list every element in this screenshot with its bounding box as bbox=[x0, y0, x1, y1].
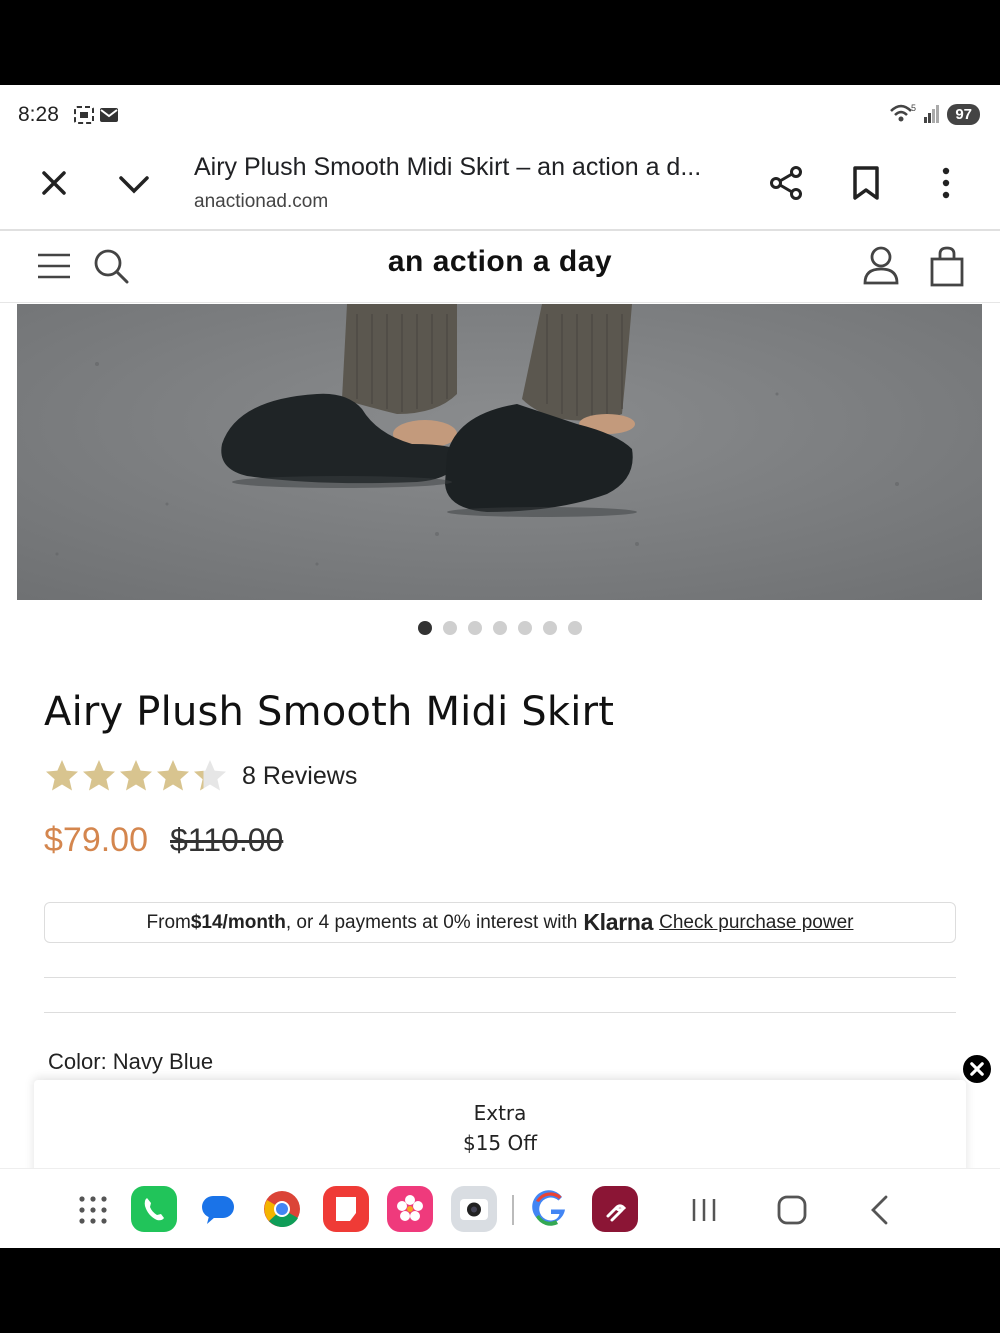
status-right-icons: 5 97 bbox=[889, 103, 980, 125]
status-bar: 8:28 5 97 bbox=[0, 85, 1000, 145]
reviews-count[interactable]: 8 Reviews bbox=[242, 762, 357, 791]
screenshot-icon bbox=[74, 106, 94, 124]
battery-indicator: 97 bbox=[947, 103, 980, 125]
bottom-bezel bbox=[0, 1248, 1000, 1333]
chevron-down-icon[interactable] bbox=[117, 167, 151, 201]
product-photo bbox=[17, 304, 982, 600]
phone-app-icon[interactable] bbox=[131, 1186, 177, 1232]
product-rating[interactable]: 8 Reviews bbox=[44, 758, 357, 794]
top-bezel bbox=[0, 0, 1000, 85]
star-icon bbox=[194, 760, 226, 791]
divider bbox=[44, 1012, 956, 1013]
wifi-icon: 5 bbox=[890, 103, 916, 122]
promo-line1: Extra bbox=[473, 1101, 527, 1125]
klarna-middle: , or 4 payments at 0% interest with bbox=[285, 911, 578, 933]
network-type-label: 5 bbox=[911, 103, 916, 113]
dock-separator bbox=[512, 1195, 514, 1225]
price-row: $79.00 $110.00 bbox=[44, 821, 283, 860]
mail-icon bbox=[100, 108, 118, 122]
linktree-app-icon[interactable] bbox=[592, 1186, 638, 1232]
star-icon bbox=[46, 760, 78, 791]
product-title: Airy Plush Smooth Midi Skirt bbox=[44, 689, 615, 735]
messages-app-icon[interactable] bbox=[195, 1186, 241, 1232]
klarna-banner: From $14/month, or 4 payments at 0% inte… bbox=[44, 902, 956, 943]
star-icon bbox=[120, 760, 152, 791]
shopping-bag-icon[interactable] bbox=[928, 245, 966, 287]
camera-app-icon[interactable] bbox=[451, 1186, 497, 1232]
promo-popup[interactable]: Extra $15 Off bbox=[34, 1080, 966, 1180]
app-drawer-icon[interactable] bbox=[78, 1195, 108, 1225]
back-icon[interactable] bbox=[866, 1194, 894, 1226]
browser-page-title[interactable]: Airy Plush Smooth Midi Skirt – an action… bbox=[194, 153, 701, 182]
star-icon bbox=[83, 760, 115, 791]
chrome-app-icon[interactable] bbox=[259, 1186, 305, 1232]
status-time: 8:28 bbox=[18, 103, 59, 126]
carousel-dot[interactable] bbox=[493, 621, 507, 635]
sale-price: $79.00 bbox=[44, 821, 148, 859]
account-icon[interactable] bbox=[862, 245, 900, 287]
carousel-dot[interactable] bbox=[418, 621, 432, 635]
site-header: an action a day bbox=[0, 231, 1000, 303]
share-icon[interactable] bbox=[768, 165, 804, 201]
star-rating bbox=[44, 758, 228, 794]
gallery-app-icon[interactable] bbox=[387, 1186, 433, 1232]
recent-apps-icon[interactable] bbox=[690, 1196, 718, 1224]
bookmark-icon[interactable] bbox=[850, 165, 882, 201]
signal-icon bbox=[924, 105, 940, 123]
browser-url[interactable]: anactionad.com bbox=[194, 191, 328, 213]
google-app-icon[interactable] bbox=[528, 1186, 574, 1232]
promo-line2: $15 Off bbox=[462, 1131, 538, 1155]
check-purchase-power-link[interactable]: Check purchase power bbox=[659, 912, 853, 934]
close-promo-icon[interactable] bbox=[961, 1053, 993, 1085]
star-icon bbox=[157, 760, 189, 791]
divider bbox=[44, 977, 956, 978]
color-label: Color: Navy Blue bbox=[48, 1049, 214, 1074]
home-icon[interactable] bbox=[776, 1194, 808, 1226]
carousel-dot[interactable] bbox=[543, 621, 557, 635]
product-image[interactable] bbox=[17, 304, 982, 600]
site-logo[interactable]: an action a day bbox=[0, 245, 1000, 279]
status-notification-icons bbox=[74, 106, 118, 124]
klarna-logo: Klarna bbox=[583, 909, 654, 935]
carousel-dot[interactable] bbox=[568, 621, 582, 635]
klarna-prefix: From bbox=[146, 911, 191, 933]
phone-screen: 8:28 5 97 Airy Plush Smooth Midi Skirt –… bbox=[0, 85, 1000, 1248]
carousel-dot[interactable] bbox=[468, 621, 482, 635]
more-options-icon[interactable] bbox=[935, 165, 957, 201]
browser-toolbar: Airy Plush Smooth Midi Skirt – an action… bbox=[0, 145, 1000, 231]
close-icon[interactable] bbox=[38, 167, 70, 199]
carousel-dot[interactable] bbox=[518, 621, 532, 635]
carousel-dot[interactable] bbox=[443, 621, 457, 635]
klarna-monthly: $14/month bbox=[190, 911, 286, 933]
original-price: $110.00 bbox=[170, 822, 284, 858]
notes-app-icon[interactable] bbox=[323, 1186, 369, 1232]
taskbar-dock bbox=[0, 1168, 1000, 1248]
carousel-dots bbox=[0, 621, 1000, 635]
